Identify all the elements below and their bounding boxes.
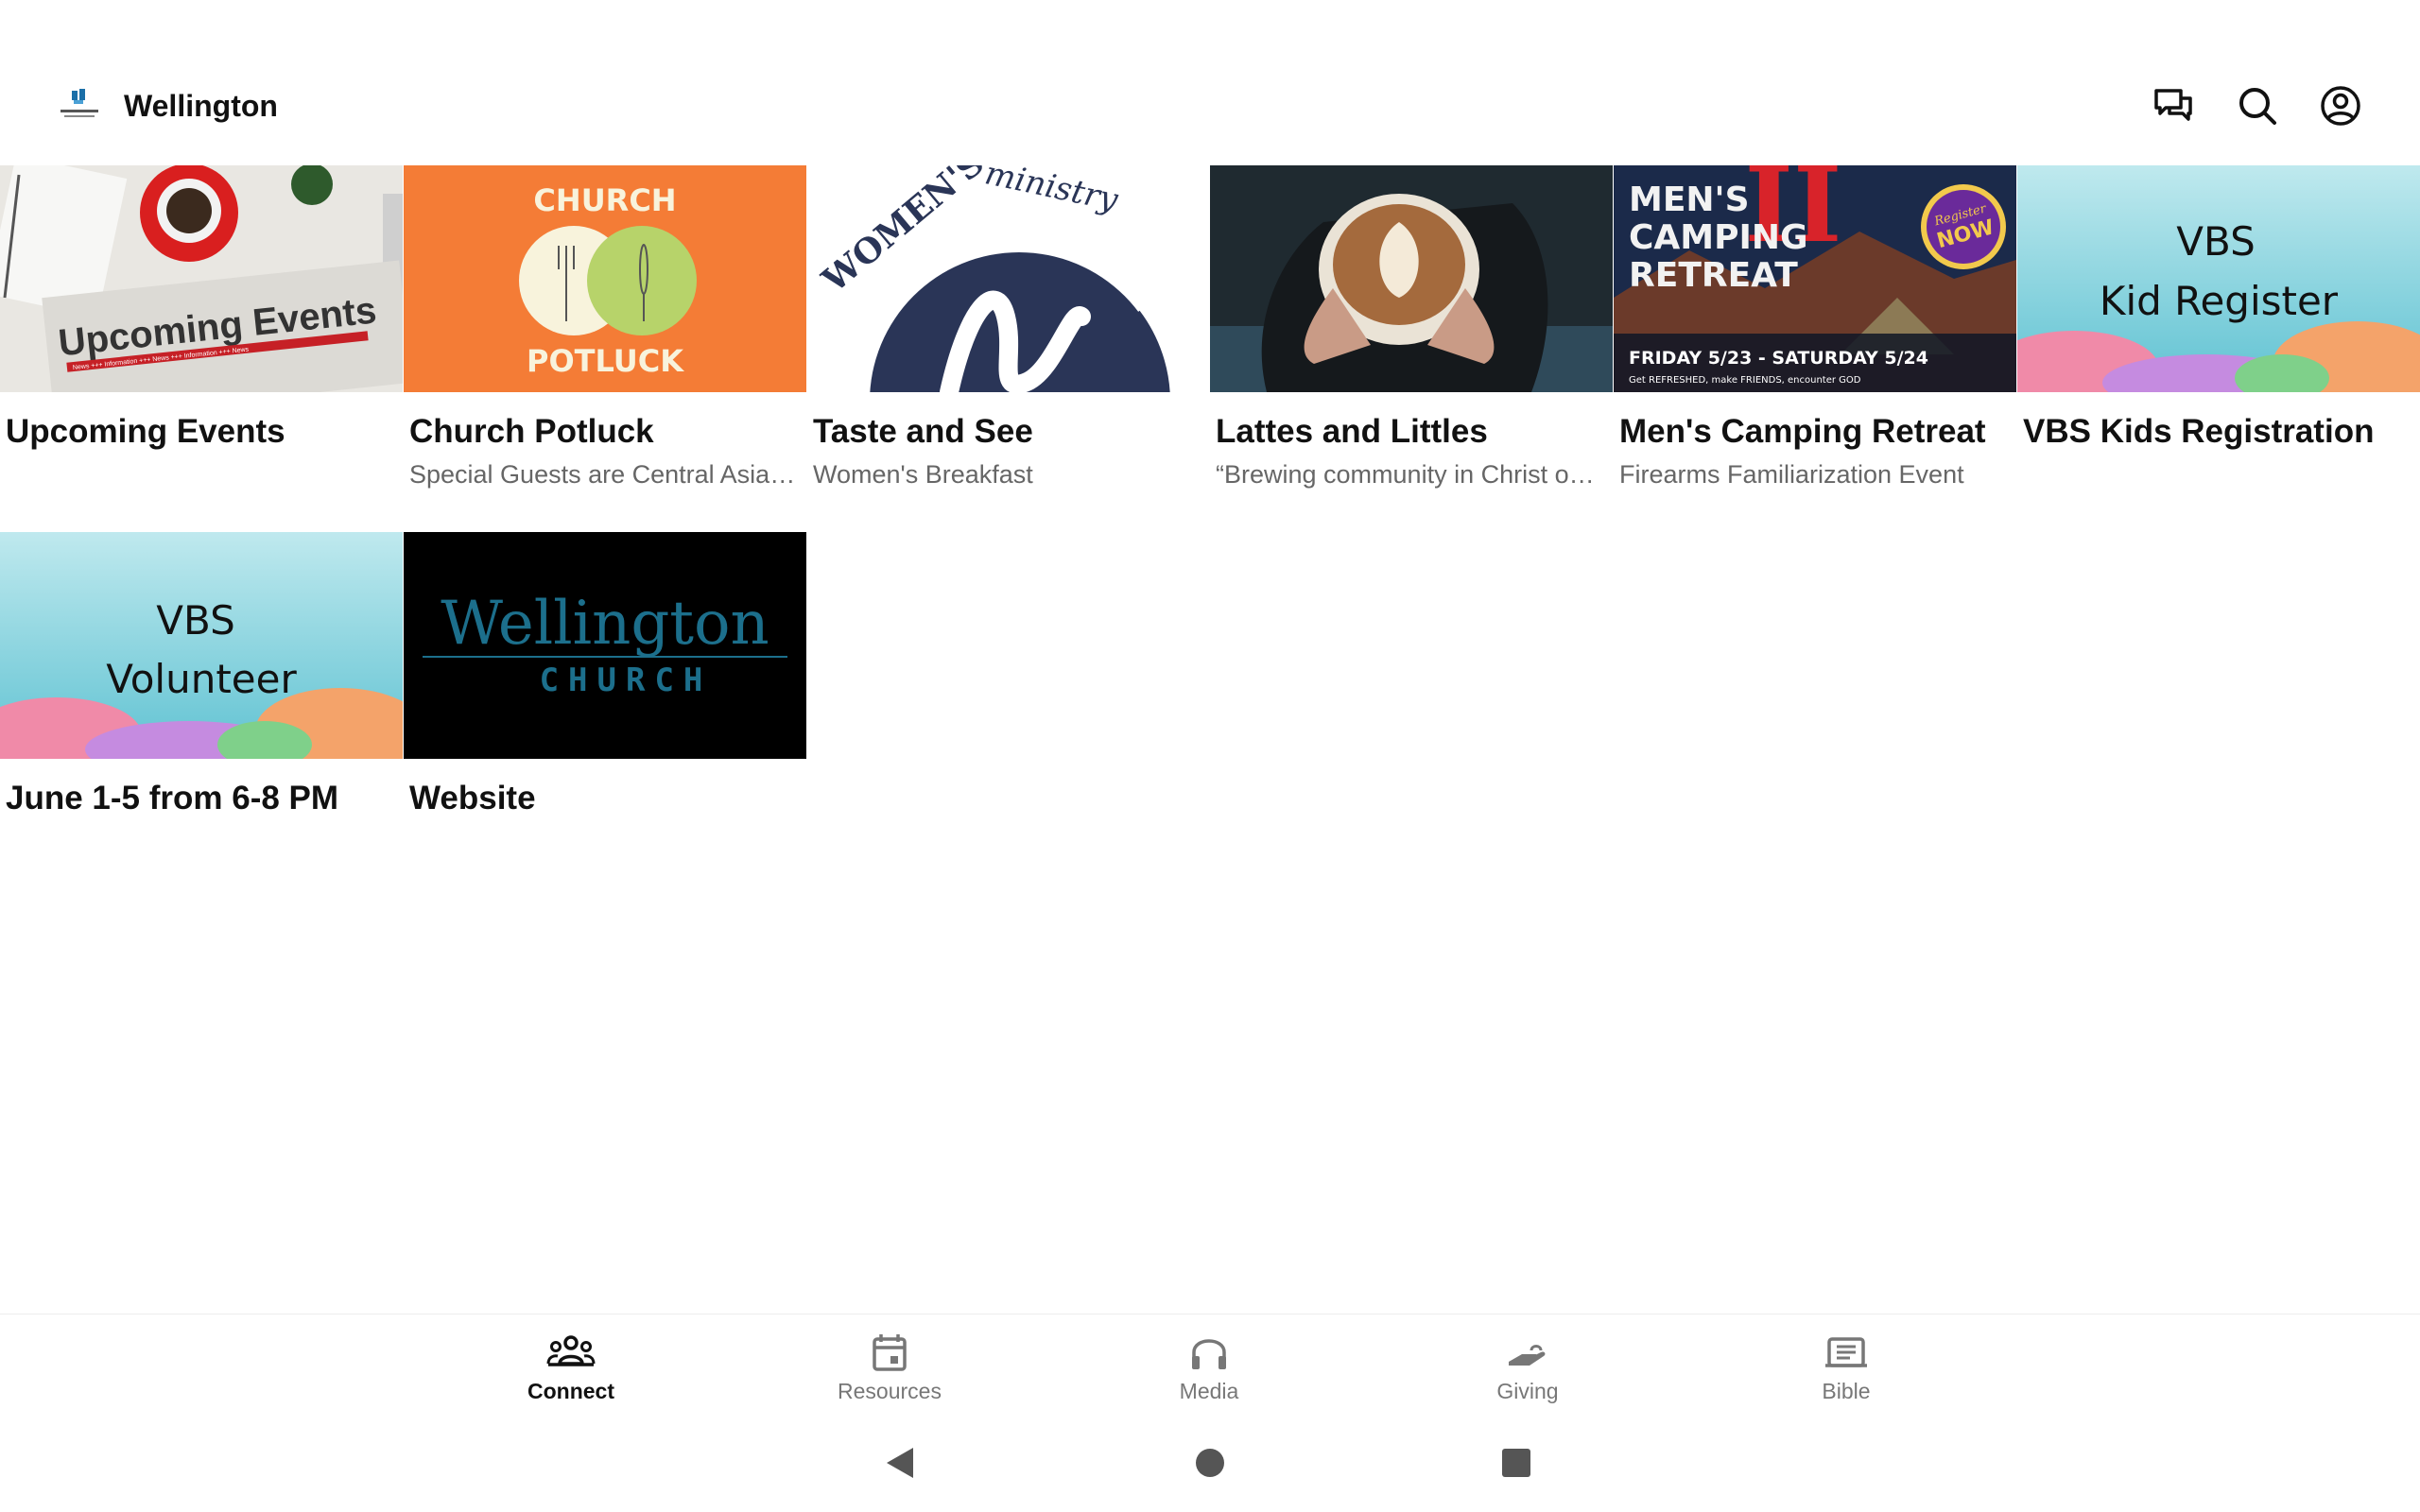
image-dates: FRIDAY 5/23 - SATURDAY 5/24 [1629, 348, 1928, 369]
card-image: VBS Kid Register [2017, 165, 2420, 392]
card-subtitle: “Brewing community in Christ one latte a… [1216, 460, 1603, 489]
card-image: Wellington CHURCH [404, 532, 806, 759]
card-church-potluck[interactable]: CHURCH POTLUCK Church Potluck Special Gu… [404, 165, 806, 490]
headphones-icon [1192, 1339, 1226, 1369]
image-line-1: VBS [2176, 218, 2255, 265]
card-mens-camping-retreat[interactable]: II MEN'S CAMPING RETREAT Register NOW FR… [1614, 165, 2016, 490]
nav-label: Resources [838, 1379, 942, 1403]
card-title: June 1-5 from 6-8 PM [6, 780, 339, 816]
app-bar: Wellington [0, 0, 2420, 165]
image-line-2: CHURCH [540, 662, 713, 699]
card-image: Upcoming Events News +++ Information +++… [0, 165, 403, 392]
nav-label: Media [1179, 1379, 1239, 1403]
nav-label: Bible [1822, 1379, 1871, 1403]
app-title: Wellington [124, 89, 278, 123]
card-image: WOMEN'S ministry [807, 165, 1210, 392]
image-line-2: Volunteer [106, 656, 297, 702]
card-lattes-and-littles[interactable]: Lattes and Littles “Brewing community in… [1210, 165, 1613, 490]
nav-media[interactable]: Media [1115, 1314, 1304, 1418]
card-image: CHURCH POTLUCK [404, 165, 806, 392]
card-title: Taste and See [813, 413, 1033, 450]
nav-label: Giving [1496, 1379, 1559, 1403]
card-title: Upcoming Events [6, 413, 285, 450]
back-icon[interactable] [883, 1444, 917, 1482]
card-image: VBS Volunteer [0, 532, 403, 759]
nav-connect[interactable]: Connect [476, 1314, 666, 1418]
nav-label: Connect [527, 1379, 614, 1403]
chat-icon[interactable] [2151, 83, 2196, 129]
system-navigation-bar [0, 1418, 2420, 1512]
image-line-2: CAMPING [1629, 218, 1808, 257]
image-line-2: Kid Register [2100, 278, 2339, 324]
image-tagline: Get REFRESHED, make FRIENDS, encounter G… [1629, 375, 1861, 386]
giving-hand-icon [1509, 1345, 1546, 1366]
nav-bible[interactable]: Bible [1752, 1314, 1941, 1418]
image-line-1: Wellington [441, 589, 769, 659]
card-image: II MEN'S CAMPING RETREAT Register NOW FR… [1614, 165, 2016, 392]
image-line-1: VBS [156, 597, 234, 644]
nav-resources[interactable]: Resources [795, 1314, 984, 1418]
home-icon[interactable] [1193, 1444, 1227, 1482]
card-vbs-kids-registration[interactable]: VBS Kid Register VBS Kids Registration [2017, 165, 2420, 451]
card-subtitle: Firearms Familiarization Event [1619, 460, 1964, 489]
card-taste-and-see[interactable]: WOMEN'S ministry Taste and See Women's B… [807, 165, 1210, 490]
nav-giving[interactable]: Giving [1433, 1314, 1622, 1418]
search-icon[interactable] [2235, 83, 2280, 129]
card-image [1210, 165, 1613, 392]
bible-icon [1825, 1337, 1867, 1367]
card-vbs-volunteer[interactable]: VBS Volunteer June 1-5 from 6-8 PM [0, 532, 403, 817]
recents-icon[interactable] [1499, 1444, 1533, 1482]
bottom-navigation: Connect Resources Media Giving Bible [0, 1314, 2420, 1418]
church-logo [60, 89, 98, 117]
card-title: VBS Kids Registration [2023, 413, 2375, 450]
card-title: Lattes and Littles [1216, 413, 1488, 450]
calendar-icon [873, 1334, 907, 1371]
card-subtitle: Women's Breakfast [813, 460, 1033, 489]
card-title: Church Potluck [409, 413, 654, 450]
card-upcoming-events[interactable]: Upcoming Events News +++ Information +++… [0, 165, 403, 451]
image-line-3: RETREAT [1629, 256, 1798, 295]
group-icon [546, 1335, 596, 1366]
card-subtitle: Special Guests are Central Asia Missiona… [409, 460, 797, 489]
image-line-1: MEN'S [1629, 180, 1750, 219]
card-website[interactable]: Wellington CHURCH Website [404, 532, 806, 817]
account-icon[interactable] [2318, 83, 2363, 129]
image-text-bottom: POTLUCK [527, 343, 684, 379]
image-text-top: CHURCH [533, 182, 676, 218]
card-title: Men's Camping Retreat [1619, 413, 1986, 450]
card-title: Website [409, 780, 536, 816]
